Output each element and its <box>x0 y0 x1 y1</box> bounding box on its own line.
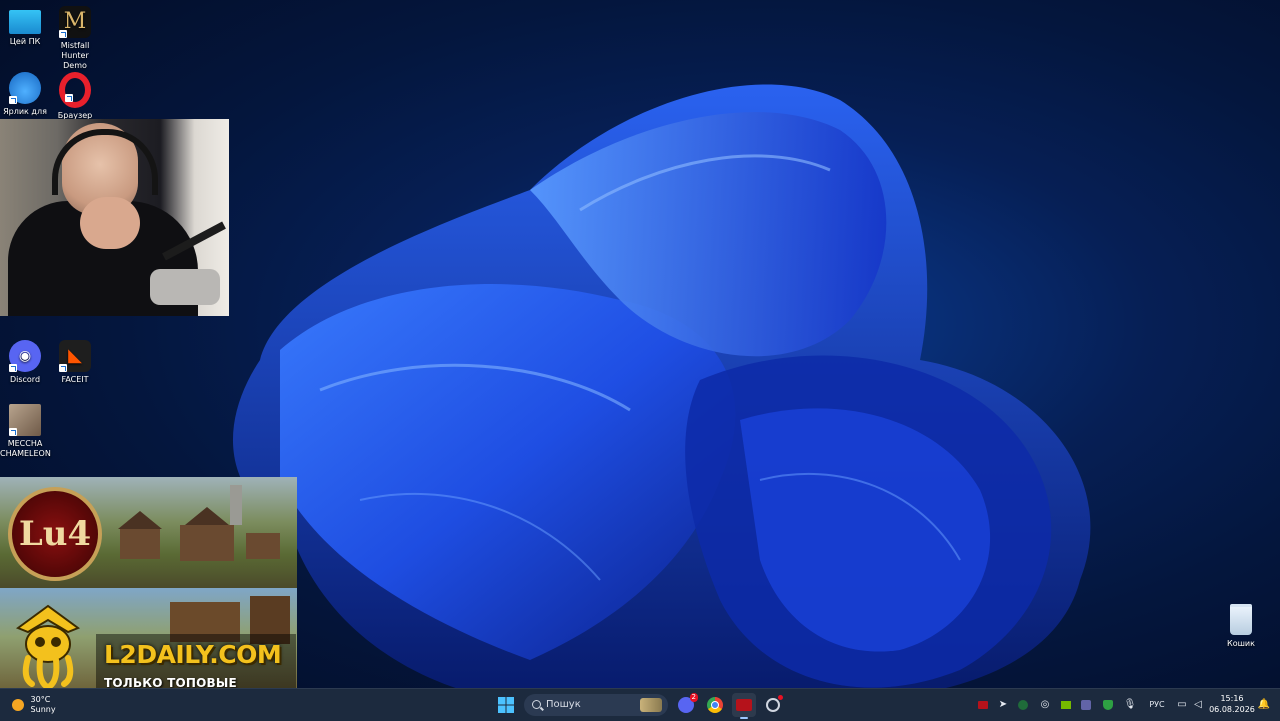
desktop-icon-label: Discord <box>9 375 41 384</box>
ad-site-name: L2DAILY.COM <box>104 640 282 669</box>
weather-condition: Sunny <box>30 705 56 714</box>
ad-house <box>246 533 280 559</box>
notification-dot <box>778 695 783 700</box>
faceit-icon: ◣ <box>59 340 91 372</box>
tray-steam-icon[interactable]: ◎ <box>1037 697 1053 713</box>
start-button[interactable] <box>494 693 518 717</box>
windows-start-icon <box>498 697 514 713</box>
desktop-icon-recycle-bin[interactable]: Кошик <box>1216 604 1266 648</box>
telegram-icon[interactable]: ➤ <box>995 697 1011 713</box>
weather-widget[interactable]: 30°C Sunny <box>12 695 56 715</box>
desktop-icon-label: FACEIT <box>61 375 89 384</box>
taskbar-discord[interactable]: 2 <box>674 693 698 717</box>
app-red-icon <box>736 699 752 711</box>
webcam-overlay <box>0 119 229 316</box>
search-placeholder: Пошук <box>546 699 581 710</box>
monitor-icon <box>9 10 41 34</box>
clock-date: 06.08.2026 <box>1209 705 1255 714</box>
volume-icon[interactable]: ◁ <box>1190 697 1206 713</box>
desktop-icon-opera[interactable]: Браузер <box>50 72 100 121</box>
nvidia-icon[interactable] <box>1058 697 1074 713</box>
tray-green-icon[interactable] <box>1015 697 1031 713</box>
ad-tower <box>230 485 242 525</box>
language-indicator[interactable]: РУС <box>1144 697 1170 713</box>
game-icon <box>9 404 41 436</box>
pirate-octopus-logo-icon <box>15 604 81 688</box>
desktop-icon-label: Ярлик для <box>3 107 47 116</box>
ad-house <box>180 525 234 561</box>
teams-icon[interactable] <box>1078 697 1094 713</box>
recycle-bin-icon <box>1230 604 1252 635</box>
notification-badge: 2 <box>689 693 698 702</box>
mistfall-icon: M <box>59 6 91 38</box>
taskbar: 30°C Sunny Пошук 2 ➤ ◎ 🎙 РУС ▭ ◁ 15:16 0… <box>0 688 1280 721</box>
ad-banner-lu4[interactable]: Lu4 <box>0 477 297 588</box>
desktop-icon-this-pc[interactable]: Цей ПК <box>0 6 50 47</box>
microphone-icon[interactable]: 🎙 <box>1122 697 1138 713</box>
desktop-icon-faceit[interactable]: ◣ FACEIT <box>50 340 100 385</box>
desktop-icon-label: Цей ПК <box>9 37 41 46</box>
wallpaper-bloom <box>233 84 1091 700</box>
desktop-icon-discord[interactable]: ◉ Discord <box>0 340 50 385</box>
onedrive-icon <box>9 72 41 104</box>
chair-arm <box>150 269 220 305</box>
app-settings-icon <box>766 698 780 712</box>
desktop-icon-onedrive[interactable]: Ярлик для <box>0 72 50 117</box>
desktop-icon-label: Кошик <box>1227 639 1255 648</box>
webcam-person-hand <box>80 197 140 249</box>
search-icon <box>532 700 541 709</box>
clock-time: 15:16 <box>1220 694 1244 703</box>
clock[interactable]: 15:16 06.08.2026 <box>1208 693 1256 715</box>
tray-app-red-icon[interactable] <box>975 697 991 713</box>
desktop-icon-meccha[interactable]: MECCHA CHAMELEON <box>0 404 51 459</box>
active-indicator <box>740 717 748 719</box>
taskbar-app-active[interactable] <box>732 693 756 719</box>
taskbar-chrome[interactable] <box>703 693 727 717</box>
search-highlight-icon <box>640 698 662 712</box>
notifications-bell-icon[interactable]: 🔔 <box>1256 697 1272 713</box>
ad-roof <box>118 511 162 529</box>
opera-icon <box>59 72 91 108</box>
chrome-icon <box>707 697 723 713</box>
ad-banner-l2daily[interactable]: L2DAILY.COM ТОЛЬКО ТОПОВЫЕ СЕРВЕРА <box>0 588 297 696</box>
taskbar-search-box[interactable]: Пошук <box>524 694 668 716</box>
security-shield-icon[interactable] <box>1100 697 1116 713</box>
network-icon[interactable]: ▭ <box>1174 697 1190 713</box>
taskbar-app[interactable] <box>761 693 785 717</box>
weather-temp: 30°C <box>30 695 51 704</box>
desktop-icon-mistfall[interactable]: M Mistfall Hunter Demo <box>50 6 100 71</box>
ad-house <box>120 529 160 559</box>
ad-roof <box>185 507 229 525</box>
lu4-logo: Lu4 <box>8 487 102 581</box>
discord-icon: ◉ <box>9 340 41 372</box>
sun-icon <box>12 699 24 711</box>
desktop-icon-label: Mistfall Hunter Demo <box>60 41 90 70</box>
desktop-icon-label: MECCHA CHAMELEON <box>0 439 51 458</box>
